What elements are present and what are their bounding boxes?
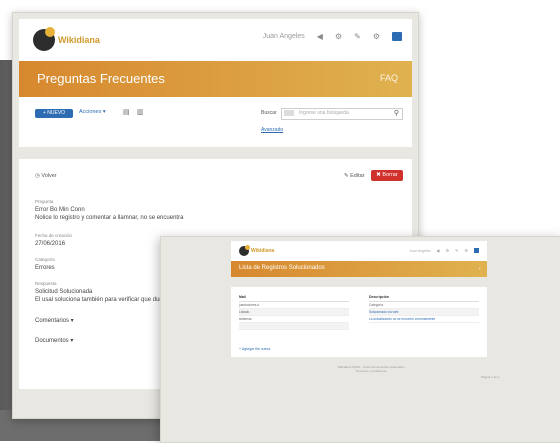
records-card: Mail juanbotones.d Listado sistemas Desc… [231, 287, 487, 357]
comments-toggle[interactable]: Comentarios ▾ [35, 317, 74, 324]
app-header: Wikidiana Juan Angeles ◀ ⚙ ✎ ⚙ [231, 241, 487, 261]
page-title: Lista de Registros Solucionados [239, 265, 325, 271]
field-created-date: Fecha de creación 27/06/2016 [35, 233, 72, 248]
tools-icon[interactable]: ⚙ [445, 248, 449, 253]
gear-icon[interactable]: ⚙ [373, 32, 380, 41]
field-label: Pregunta [35, 199, 54, 204]
logo-text: Wikidiana [58, 35, 100, 45]
logo-icon [239, 245, 250, 256]
wrench-icon[interactable]: ✎ [354, 32, 361, 41]
field-question: Pregunta Error Bo Min Conn Nolice lo reg… [35, 199, 183, 222]
page-title: Preguntas Frecuentes [37, 71, 165, 86]
header-actions: Juan Angeles ◀ ⚙ ✎ ⚙ [263, 32, 402, 41]
table-row[interactable]: Listado [239, 309, 349, 316]
menu-icon[interactable] [474, 248, 479, 253]
page-title-band: Preguntas Frecuentes FAQ [19, 61, 412, 97]
back-button[interactable]: ◷ Volver [35, 173, 57, 179]
left-table: Mail juanbotones.d Listado sistemas [239, 295, 349, 330]
tools-icon[interactable]: ⚙ [335, 32, 342, 41]
field-value: Error Bo Min Conn Nolice lo registro y c… [35, 207, 184, 221]
search-input[interactable]: Ingrese una búsqueda ⚲ [281, 108, 403, 120]
field-answer: Respuesta Solicitud Solucionada El usal … [35, 281, 178, 304]
new-button[interactable]: + NUEVO [35, 109, 73, 118]
add-row-link[interactable]: + Agregar fila nueva [239, 347, 270, 351]
print-icon[interactable]: ▤ [123, 108, 130, 116]
band-right-label[interactable]: + [479, 266, 481, 271]
user-name[interactable]: Juan Angeles [263, 33, 305, 40]
field-label: Fecha de creación [35, 233, 73, 238]
toolbar: + NUEVO Acciones ▾ ▤ ▥ Buscar Ingrese un… [19, 97, 412, 147]
records-window: Wikidiana Juan Angeles ◀ ⚙ ✎ ⚙ Lista de … [160, 236, 560, 443]
table-header: Descripción [369, 295, 479, 302]
field-label: Respuesta [35, 281, 57, 286]
table-row[interactable]: sistemas [239, 316, 349, 323]
menu-icon[interactable] [392, 32, 402, 41]
advanced-search-link[interactable]: Avanzado [261, 127, 283, 133]
documents-toggle[interactable]: Documentos ▾ [35, 337, 73, 344]
field-value: Errores [35, 265, 55, 271]
table-row[interactable]: Solucionado vía web [369, 309, 479, 316]
table-row[interactable]: Categoría [369, 302, 479, 309]
export-icon[interactable]: ▥ [137, 108, 144, 116]
band-right-label: FAQ [379, 73, 398, 83]
search-field-select[interactable] [284, 110, 294, 116]
field-value: Solicitud Solucionada El usal soluciona … [35, 289, 178, 303]
footer-terms-link[interactable]: Términos y condiciones [331, 369, 411, 373]
field-value: 27/06/2016 [35, 241, 66, 247]
search-icon[interactable]: ⚲ [394, 109, 399, 117]
header-actions: Juan Angeles ◀ ⚙ ✎ ⚙ [409, 248, 479, 253]
home-icon[interactable]: ◀ [317, 32, 323, 41]
app-header: Wikidiana Juan Angeles ◀ ⚙ ✎ ⚙ [19, 19, 412, 61]
footer: Wikidiana ©2016 - Todos los derechos res… [331, 365, 411, 373]
right-table: Descripción Categoría Solucionado vía we… [369, 295, 479, 323]
delete-button[interactable]: ✖ Borrar [371, 170, 403, 181]
app-logo[interactable]: Wikidiana [33, 27, 100, 51]
user-name[interactable]: Juan Angeles [409, 249, 430, 253]
app-logo[interactable]: Wikidiana [239, 245, 275, 256]
table-row[interactable] [239, 323, 349, 330]
page-title-band: Lista de Registros Solucionados + [231, 261, 487, 277]
field-category: Categoría Errores [35, 257, 55, 272]
logo-text: Wikidiana [251, 248, 275, 254]
table-row[interactable]: La actualización no se encontró correcta… [369, 316, 479, 323]
table-row[interactable]: juanbotones.d [239, 302, 349, 309]
wrench-icon[interactable]: ✎ [455, 248, 458, 253]
logo-icon [33, 27, 55, 51]
home-icon[interactable]: ◀ [436, 248, 439, 253]
field-label: Categoría [35, 257, 55, 262]
search-label: Buscar [261, 110, 277, 116]
actions-dropdown[interactable]: Acciones ▾ [79, 109, 106, 115]
edit-button[interactable]: ✎ Editar [344, 173, 365, 179]
table-header: Mail [239, 295, 349, 302]
pagination-info: Página 1 de 1 [481, 375, 500, 379]
search-placeholder: Ingrese una búsqueda [299, 110, 349, 116]
gear-icon[interactable]: ⚙ [464, 248, 468, 253]
